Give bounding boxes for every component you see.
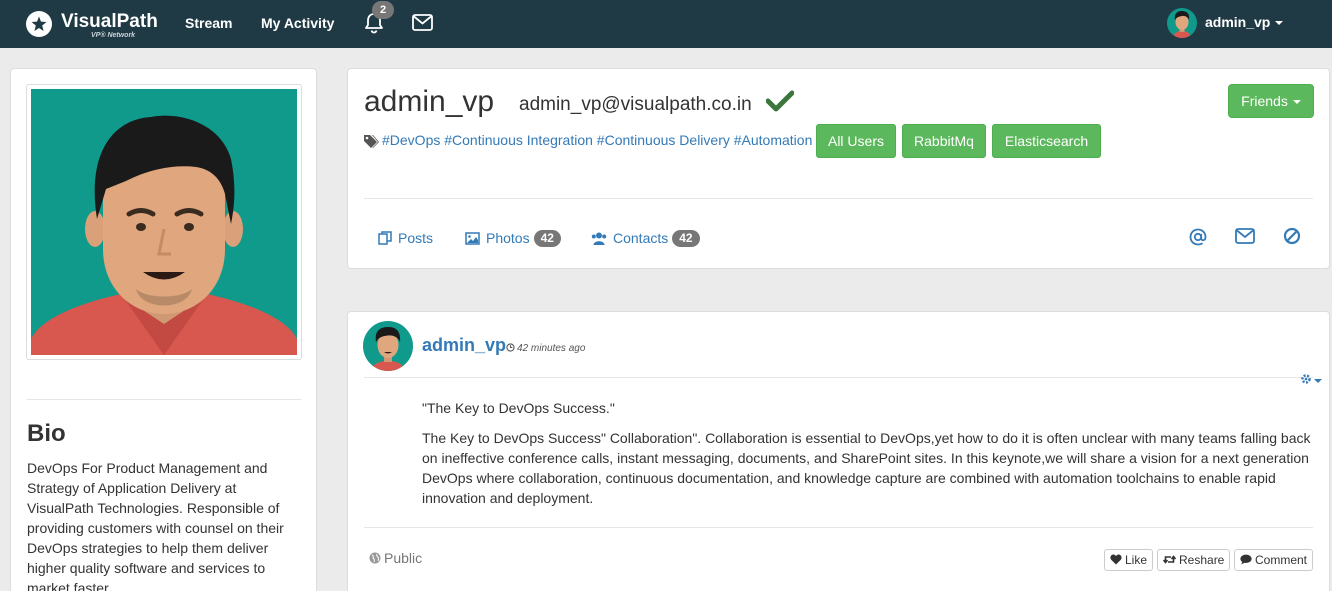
posts-icon xyxy=(378,231,392,245)
profile-name: admin_vp xyxy=(364,85,495,118)
tab-photos-label: Photos xyxy=(486,230,530,246)
envelope-icon[interactable] xyxy=(412,14,433,32)
reshare-button[interactable]: Reshare xyxy=(1157,549,1231,571)
group-button-elasticsearch[interactable]: Elasticsearch xyxy=(992,124,1101,158)
profile-tags[interactable]: #DevOps #Continuous Integration #Continu… xyxy=(382,132,812,148)
globe-icon xyxy=(369,552,381,564)
comment-button[interactable]: Comment xyxy=(1234,549,1314,571)
check-icon xyxy=(765,90,795,117)
caret-down-icon xyxy=(1292,100,1301,105)
post-title: "The Key to DevOps Success." xyxy=(422,400,615,416)
caret-down-icon xyxy=(1275,21,1284,26)
like-button[interactable]: Like xyxy=(1104,549,1154,571)
post-author[interactable]: admin_vp xyxy=(422,335,506,356)
group-button-all-users[interactable]: All Users xyxy=(816,124,896,158)
post-time-text: 42 minutes ago xyxy=(517,343,586,354)
tab-posts-label: Posts xyxy=(398,230,434,246)
reshare-label: Reshare xyxy=(1179,553,1225,567)
tab-posts[interactable]: Posts xyxy=(378,228,433,248)
heart-icon xyxy=(1110,554,1122,565)
divider xyxy=(364,527,1313,528)
avatar[interactable] xyxy=(363,321,413,371)
envelope-icon[interactable] xyxy=(1235,227,1255,247)
notification-badge: 2 xyxy=(372,1,394,19)
tab-photos[interactable]: Photos 42 xyxy=(465,228,561,248)
profile-header: admin_vp admin_vp@visualpath.co.in Frien… xyxy=(347,68,1330,269)
brand-name: VisualPath xyxy=(61,11,158,32)
profile-email: admin_vp@visualpath.co.in xyxy=(519,94,752,115)
clock-icon xyxy=(506,343,515,352)
divider xyxy=(364,198,1313,199)
post-visibility: Public xyxy=(369,550,422,566)
comment-label: Comment xyxy=(1255,553,1308,567)
ban-icon[interactable] xyxy=(1283,227,1303,247)
friends-button-label: Friends xyxy=(1241,93,1288,109)
retweet-icon xyxy=(1162,555,1177,564)
gear-icon[interactable] xyxy=(1300,372,1322,390)
tab-contacts[interactable]: Contacts 42 xyxy=(591,228,700,248)
tag-icon xyxy=(363,134,380,153)
tab-contacts-label: Contacts xyxy=(613,230,669,246)
nav-link-my-activity[interactable]: My Activity xyxy=(261,15,334,31)
nav-username: admin_vp xyxy=(1205,14,1271,30)
users-icon xyxy=(591,232,607,245)
top-navbar: VisualPath VP® Network Stream My Activit… xyxy=(0,0,1332,48)
post-card: admin_vp 42 minutes ago "The Key to DevO… xyxy=(347,311,1330,591)
profile-photo-frame xyxy=(26,84,302,360)
like-label: Like xyxy=(1125,553,1148,567)
profile-sidebar: Bio DevOps For Product Management and St… xyxy=(10,68,317,591)
at-icon[interactable] xyxy=(1188,227,1208,247)
divider xyxy=(364,377,1313,378)
photo-icon xyxy=(465,232,480,245)
group-button-rabbitmq[interactable]: RabbitMq xyxy=(902,124,986,158)
caret-down-icon xyxy=(1314,378,1322,383)
nav-link-stream[interactable]: Stream xyxy=(185,15,232,31)
profile-photo[interactable] xyxy=(31,89,297,355)
contacts-count-badge: 42 xyxy=(672,230,700,247)
post-body: The Key to DevOps Success" Collaboration… xyxy=(422,430,1311,506)
star-logo-icon xyxy=(26,11,52,37)
post-visibility-label: Public xyxy=(384,550,423,566)
photos-count-badge: 42 xyxy=(533,230,561,247)
bio-text: DevOps For Product Management and Strate… xyxy=(27,460,284,591)
avatar xyxy=(1167,8,1197,38)
brand-subtitle: VP® Network xyxy=(91,32,136,39)
divider xyxy=(27,399,301,400)
comment-icon xyxy=(1240,554,1252,565)
bio-heading: Bio xyxy=(27,420,66,447)
friends-dropdown-button[interactable]: Friends xyxy=(1228,84,1314,118)
post-timestamp: 42 minutes ago xyxy=(506,343,585,354)
